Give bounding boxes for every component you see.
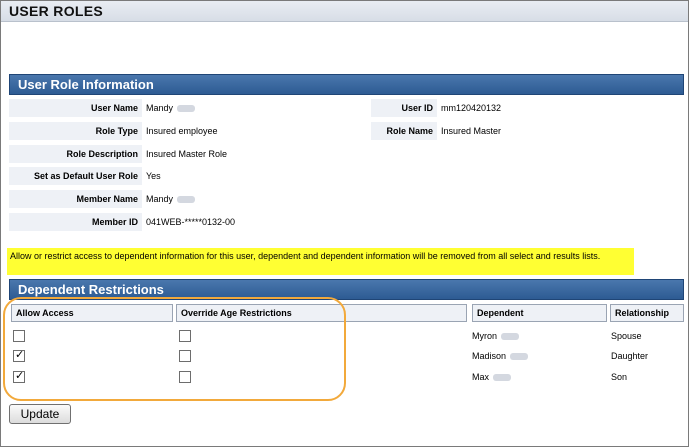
user-id-label: User ID <box>371 99 437 117</box>
member-id-value: 041WEB-*****0132-00 <box>146 217 236 227</box>
relationship-madison: Daughter <box>611 351 649 361</box>
redacted-surname <box>177 105 196 113</box>
update-button[interactable]: Update <box>9 404 71 424</box>
dependent-name-madison: Madison <box>472 351 529 363</box>
role-description-label: Role Description <box>9 145 142 163</box>
dependent-name-max: Max <box>472 372 512 384</box>
user-role-information-header: User Role Information <box>9 74 684 95</box>
column-dependent: Dependent <box>472 304 607 322</box>
role-type-label: Role Type <box>9 122 142 140</box>
page-title: USER ROLES <box>9 3 104 19</box>
relationship-myron: Spouse <box>611 331 642 341</box>
member-name-label: Member Name <box>9 190 142 208</box>
column-relationship: Relationship <box>610 304 684 322</box>
relationship-max: Son <box>611 372 628 382</box>
redacted-surname <box>501 333 520 341</box>
role-name-value: Insured Master <box>441 126 502 136</box>
role-name-label: Role Name <box>371 122 437 140</box>
page-header: USER ROLES <box>1 1 688 22</box>
highlight-annotation <box>3 297 346 401</box>
user-name-value: Mandy <box>146 99 196 117</box>
role-description-value: Insured Master Role <box>146 149 228 159</box>
member-name-value: Mandy <box>146 190 196 208</box>
access-notice: Allow or restrict access to dependent in… <box>7 248 634 275</box>
member-id-label: Member ID <box>9 213 142 231</box>
default-user-role-label: Set as Default User Role <box>9 167 142 185</box>
dependent-name-myron: Myron <box>472 331 520 343</box>
redacted-surname <box>493 374 512 382</box>
default-user-role-value: Yes <box>146 171 161 181</box>
role-type-value: Insured employee <box>146 126 218 136</box>
redacted-surname <box>177 196 196 204</box>
user-name-label: User Name <box>9 99 142 117</box>
redacted-surname <box>510 353 529 361</box>
user-id-value: mm120420132 <box>441 103 502 113</box>
